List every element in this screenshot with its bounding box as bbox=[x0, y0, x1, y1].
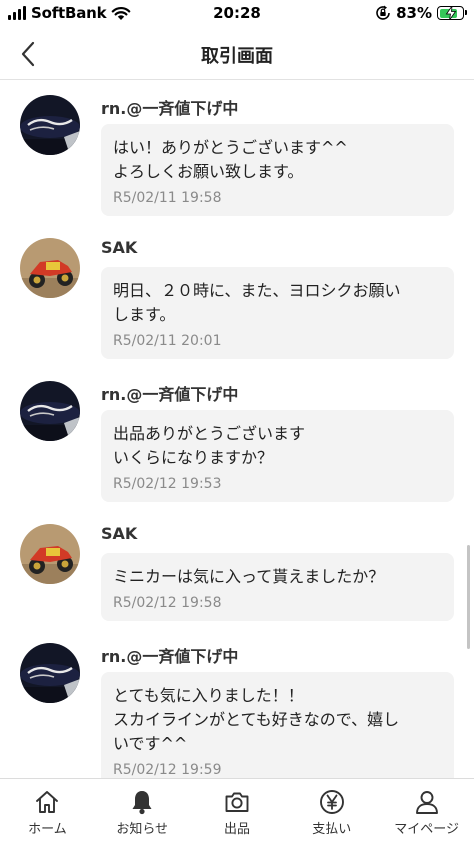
tab-label: マイページ bbox=[394, 822, 459, 837]
minicar-avatar-icon bbox=[20, 238, 80, 298]
back-button[interactable] bbox=[10, 34, 46, 74]
sender-name: SAK bbox=[101, 524, 138, 543]
sender-name: rn.@一斉値下げ中 bbox=[101, 647, 239, 666]
sender-name: rn.@一斉値下げ中 bbox=[101, 385, 239, 404]
carrier-name: SoftBank bbox=[31, 4, 107, 22]
avatar[interactable] bbox=[20, 95, 80, 155]
sender-name: SAK bbox=[101, 238, 138, 257]
wifi-icon bbox=[112, 7, 131, 20]
message-timestamp: R5/02/11 20:01 bbox=[113, 333, 222, 349]
battery-icon bbox=[437, 6, 467, 20]
charging-bolt-icon bbox=[445, 6, 457, 20]
message-timestamp: R5/02/12 19:59 bbox=[113, 762, 222, 778]
tab-label: 出品 bbox=[223, 822, 250, 837]
bell-icon bbox=[128, 788, 156, 816]
minicar-avatar-icon bbox=[20, 524, 80, 584]
message-timestamp: R5/02/12 19:58 bbox=[113, 595, 222, 611]
scrollbar[interactable] bbox=[467, 545, 470, 649]
tab-bar: ホーム お知らせ 出品 支払い マイページ bbox=[0, 778, 474, 842]
message-text: 出品ありがとうございます いくらになりますか？ bbox=[113, 424, 306, 467]
orientation-lock-icon bbox=[376, 5, 390, 20]
yen-icon bbox=[318, 788, 346, 816]
tab-label: ホーム bbox=[28, 822, 67, 837]
status-right: 83% bbox=[375, 4, 467, 22]
avatar[interactable] bbox=[20, 524, 80, 584]
home-icon bbox=[33, 788, 61, 816]
status-left: SoftBank bbox=[8, 4, 131, 22]
message-timestamp: R5/02/11 19:58 bbox=[113, 190, 222, 206]
tab-mypage[interactable]: マイページ bbox=[379, 779, 474, 842]
message-bubble: 明日、２０時に、また、ヨロシクお願い します。 R5/02/11 20:01 bbox=[101, 267, 454, 359]
message-bubble: とても気に入りました！！ スカイラインがとても好きなので、嬉し いです^^ R5… bbox=[101, 672, 454, 778]
signal-icon bbox=[8, 6, 26, 20]
camera-icon bbox=[223, 788, 251, 816]
page-title: 取引画面 bbox=[201, 46, 273, 67]
coca-cola-avatar-icon bbox=[20, 643, 80, 703]
chevron-left-icon bbox=[21, 41, 35, 67]
message-text: ミニカーは気に入って貰えましたか？ bbox=[113, 567, 385, 586]
message-list[interactable]: rn.@一斉値下げ中 はい！ありがとうございます^^ よろしくお願い致します。 … bbox=[0, 81, 474, 778]
message-text: はい！ありがとうございます^^ よろしくお願い致します。 bbox=[113, 138, 348, 181]
avatar[interactable] bbox=[20, 643, 80, 703]
tab-sell[interactable]: 出品 bbox=[190, 779, 285, 842]
message-timestamp: R5/02/12 19:53 bbox=[113, 476, 222, 492]
message-bubble: ミニカーは気に入って貰えましたか？ R5/02/12 19:58 bbox=[101, 553, 454, 621]
nav-header: 取引画面 bbox=[0, 28, 474, 80]
tab-notifications[interactable]: お知らせ bbox=[95, 779, 190, 842]
avatar[interactable] bbox=[20, 238, 80, 298]
message-text: とても気に入りました！！ スカイラインがとても好きなので、嬉し いです^^ bbox=[113, 686, 400, 753]
coca-cola-avatar-icon bbox=[20, 95, 80, 155]
message-text: 明日、２０時に、また、ヨロシクお願い します。 bbox=[113, 281, 401, 324]
tab-home[interactable]: ホーム bbox=[0, 779, 95, 842]
tab-label: 支払い bbox=[312, 822, 352, 837]
status-bar: SoftBank 20:28 83% bbox=[0, 0, 474, 28]
message-bubble: はい！ありがとうございます^^ よろしくお願い致します。 R5/02/11 19… bbox=[101, 124, 454, 216]
tab-payment[interactable]: 支払い bbox=[284, 779, 379, 842]
message-bubble: 出品ありがとうございます いくらになりますか？ R5/02/12 19:53 bbox=[101, 410, 454, 502]
coca-cola-avatar-icon bbox=[20, 381, 80, 441]
avatar[interactable] bbox=[20, 381, 80, 441]
tab-label: お知らせ bbox=[116, 822, 169, 837]
person-icon bbox=[413, 788, 441, 816]
sender-name: rn.@一斉値下げ中 bbox=[101, 99, 239, 118]
battery-percent: 83% bbox=[396, 4, 432, 22]
